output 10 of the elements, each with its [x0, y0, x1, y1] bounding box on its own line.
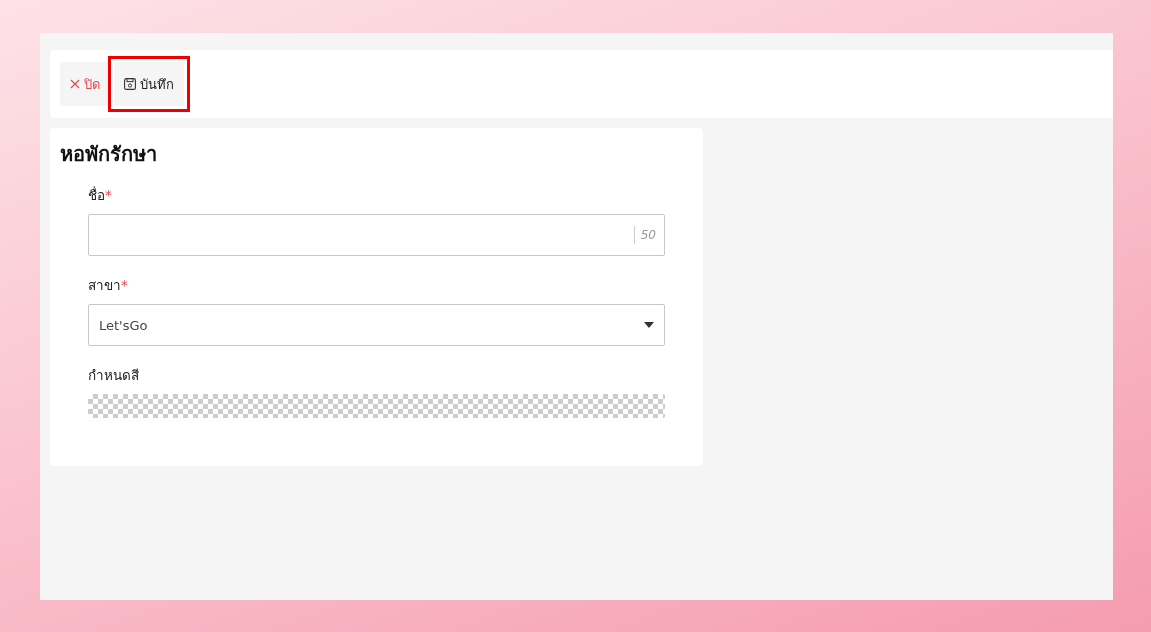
branch-dropdown[interactable]: Let'sGo — [88, 304, 665, 346]
caret-icon — [644, 322, 654, 328]
character-limit: 50 — [633, 226, 662, 244]
close-button[interactable]: ปิด — [60, 62, 110, 106]
field-label: สาขา* — [88, 276, 129, 295]
field-label: ชื่อ* — [88, 185, 113, 205]
field-label: กำหนดสี — [88, 366, 140, 385]
form-title: หอพักรักษา — [60, 141, 158, 168]
close-icon — [70, 79, 80, 89]
save-icon — [124, 78, 136, 90]
